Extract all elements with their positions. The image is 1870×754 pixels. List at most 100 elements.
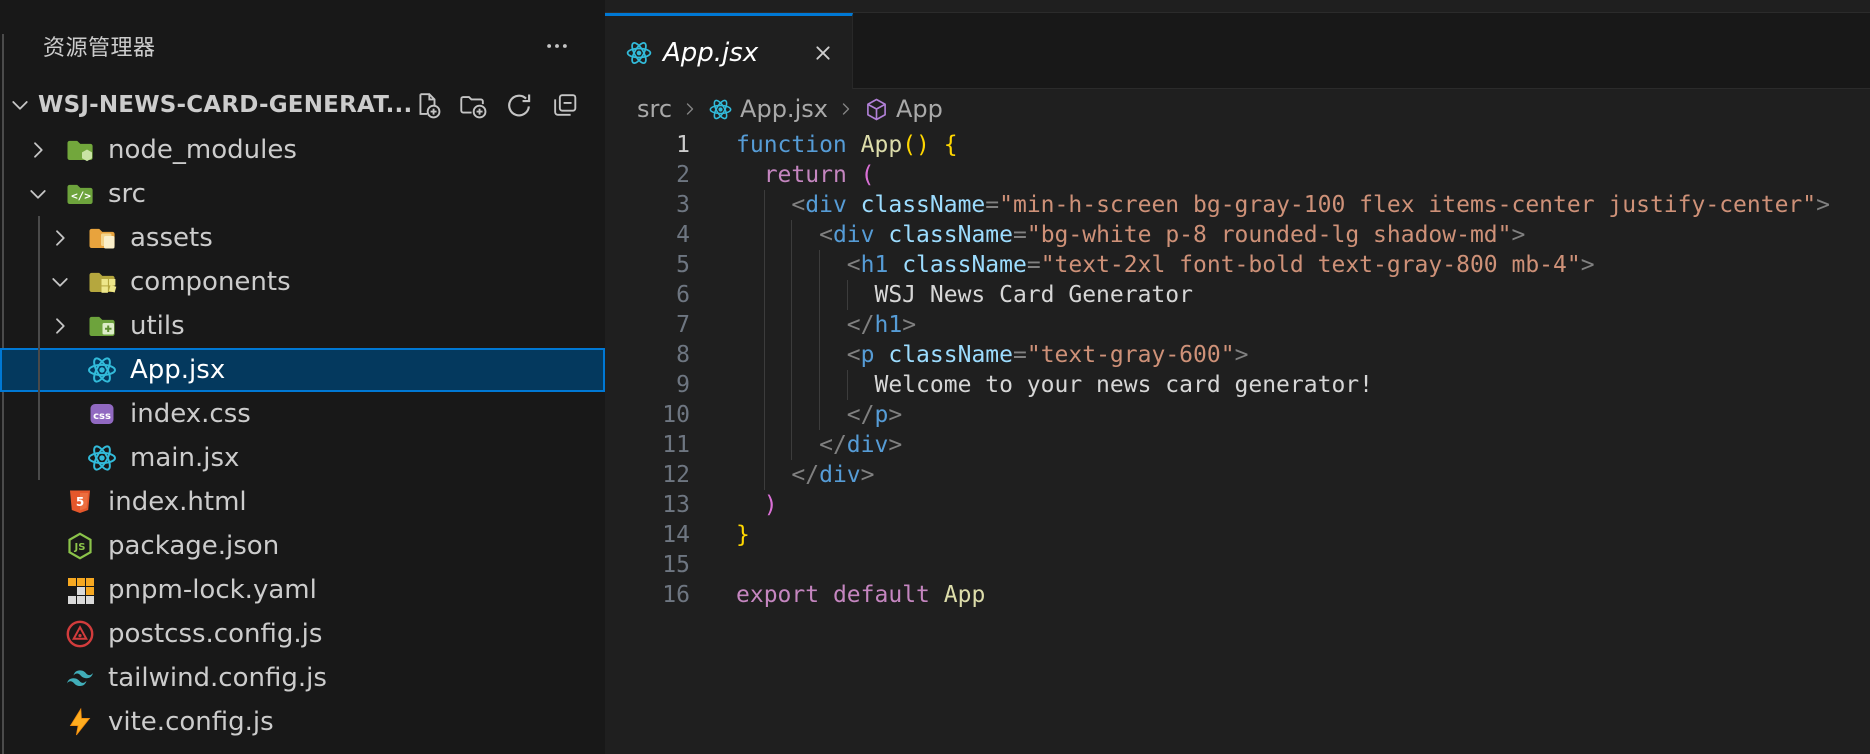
folder-assets-icon	[86, 222, 118, 254]
editor-group: App.jsx src App.jsx App 1function App() {2…	[605, 0, 1870, 754]
line-content: <h1 className="text-2xl font-bold text-g…	[736, 250, 1595, 280]
code-line-13[interactable]: 13 )	[605, 490, 1870, 520]
indent-guide	[791, 310, 792, 340]
breadcrumb-label: App	[896, 95, 943, 123]
breadcrumb-item-app-jsx[interactable]: App.jsx	[708, 95, 828, 123]
code-line-7[interactable]: 7 </h1>	[605, 310, 1870, 340]
indent-guide	[819, 280, 820, 310]
line-content: </div>	[736, 460, 875, 490]
sidebar-item-index-css[interactable]: cssindex.css	[0, 392, 605, 436]
indent-guide	[791, 340, 792, 370]
code-line-11[interactable]: 11 </div>	[605, 430, 1870, 460]
sidebar-item-postcss-config-js[interactable]: postcss.config.js	[0, 612, 605, 656]
line-number[interactable]: 10	[605, 400, 690, 430]
line-number[interactable]: 13	[605, 490, 690, 520]
folder-src-icon: </>	[64, 178, 96, 210]
new-folder-button[interactable]	[458, 90, 488, 120]
line-number[interactable]: 16	[605, 580, 690, 610]
tab-app-jsx[interactable]: App.jsx	[605, 13, 853, 89]
code-editor[interactable]: 1function App() {2 return (3 <div classN…	[605, 130, 1870, 610]
line-number[interactable]: 8	[605, 340, 690, 370]
explorer-section-header[interactable]: WSJ-NEWS-CARD-GENERAT...	[0, 84, 605, 126]
pnpm-icon	[64, 574, 96, 606]
indent-guide	[764, 460, 765, 490]
sidebar-item-assets[interactable]: assets	[0, 216, 605, 260]
sidebar-item-pnpm-lock-yaml[interactable]: pnpm-lock.yaml	[0, 568, 605, 612]
file-label: vite.config.js	[108, 707, 274, 737]
file-label: node_modules	[108, 135, 297, 165]
sidebar-item-src[interactable]: </>src	[0, 172, 605, 216]
line-content: )	[736, 490, 778, 520]
line-number[interactable]: 12	[605, 460, 690, 490]
line-number[interactable]: 11	[605, 430, 690, 460]
refresh-icon	[504, 90, 534, 120]
line-number[interactable]: 5	[605, 250, 690, 280]
sidebar-item-tailwind-config-js[interactable]: tailwind.config.js	[0, 656, 605, 700]
breadcrumb-item-src[interactable]: src	[637, 95, 672, 123]
sidebar-item-components[interactable]: components	[0, 260, 605, 304]
line-content: <div className="min-h-screen bg-gray-100…	[736, 190, 1830, 220]
line-number[interactable]: 7	[605, 310, 690, 340]
breadcrumb-label: App.jsx	[740, 95, 828, 123]
explorer-sidebar: 资源管理器 WSJ-NEWS-CARD-GENERAT... node_modu…	[0, 0, 605, 754]
react-icon	[86, 442, 118, 474]
svg-text:</>: </>	[71, 190, 91, 203]
indent-guide	[764, 310, 765, 340]
line-content: export default App	[736, 580, 985, 610]
folder-components-icon	[86, 266, 118, 298]
line-number[interactable]: 15	[605, 550, 690, 580]
line-number[interactable]: 4	[605, 220, 690, 250]
file-label: App.jsx	[130, 355, 225, 385]
indent-guide	[764, 400, 765, 430]
line-number[interactable]: 6	[605, 280, 690, 310]
code-line-6[interactable]: 6 WSJ News Card Generator	[605, 280, 1870, 310]
sidebar-item-utils[interactable]: utils	[0, 304, 605, 348]
explorer-more-actions-button[interactable]	[541, 30, 573, 62]
sidebar-item-node-modules[interactable]: node_modules	[0, 128, 605, 172]
code-line-15[interactable]: 15	[605, 550, 1870, 580]
chevron-right-icon	[48, 314, 72, 338]
code-line-4[interactable]: 4 <div className="bg-white p-8 rounded-l…	[605, 220, 1870, 250]
line-number[interactable]: 3	[605, 190, 690, 220]
code-line-14[interactable]: 14}	[605, 520, 1870, 550]
indent-guide	[791, 220, 792, 250]
postcss-icon	[64, 618, 96, 650]
workspace-name: WSJ-NEWS-CARD-GENERAT...	[38, 92, 412, 118]
code-line-16[interactable]: 16 export default App	[605, 580, 1870, 610]
explorer-section-actions	[412, 90, 580, 120]
line-number[interactable]: 1	[605, 130, 690, 160]
new-file-button[interactable]	[412, 90, 442, 120]
line-content: <div className="bg-white p-8 rounded-lg …	[736, 220, 1525, 250]
sidebar-item-package-json[interactable]: JSpackage.json	[0, 524, 605, 568]
breadcrumb-item-app[interactable]: App	[864, 95, 943, 123]
code-line-10[interactable]: 10 </p>	[605, 400, 1870, 430]
folder-node-icon	[64, 134, 96, 166]
ellipsis-icon	[543, 32, 571, 60]
code-line-2[interactable]: 2 return (	[605, 160, 1870, 190]
code-line-12[interactable]: 12 </div>	[605, 460, 1870, 490]
indent-guide	[764, 190, 765, 220]
line-number[interactable]: 9	[605, 370, 690, 400]
sidebar-item-main-jsx[interactable]: main.jsx	[0, 436, 605, 480]
line-number[interactable]: 14	[605, 520, 690, 550]
chevron-right-icon	[48, 226, 72, 250]
breadcrumb: src App.jsx App	[605, 89, 1870, 129]
code-line-8[interactable]: 8 <p className="text-gray-600">	[605, 340, 1870, 370]
svg-text:JS: JS	[74, 542, 86, 553]
file-label: tailwind.config.js	[108, 663, 327, 693]
line-number[interactable]: 2	[605, 160, 690, 190]
file-label: utils	[130, 311, 185, 341]
tab-close-button[interactable]	[808, 38, 838, 68]
line-content: }	[736, 520, 750, 550]
code-line-3[interactable]: 3 <div className="min-h-screen bg-gray-1…	[605, 190, 1870, 220]
sidebar-item-app-jsx[interactable]: App.jsx	[0, 348, 605, 392]
refresh-explorer-button[interactable]	[504, 90, 534, 120]
code-line-5[interactable]: 5 <h1 className="text-2xl font-bold text…	[605, 250, 1870, 280]
chevron-right-icon	[836, 99, 856, 119]
sidebar-item-index-html[interactable]: 5index.html	[0, 480, 605, 524]
sidebar-item-vite-config-js[interactable]: vite.config.js	[0, 700, 605, 744]
collapse-folders-button[interactable]	[550, 90, 580, 120]
code-line-1[interactable]: 1function App() {	[605, 130, 1870, 160]
react-icon	[625, 39, 653, 67]
code-line-9[interactable]: 9 Welcome to your news card generator!	[605, 370, 1870, 400]
